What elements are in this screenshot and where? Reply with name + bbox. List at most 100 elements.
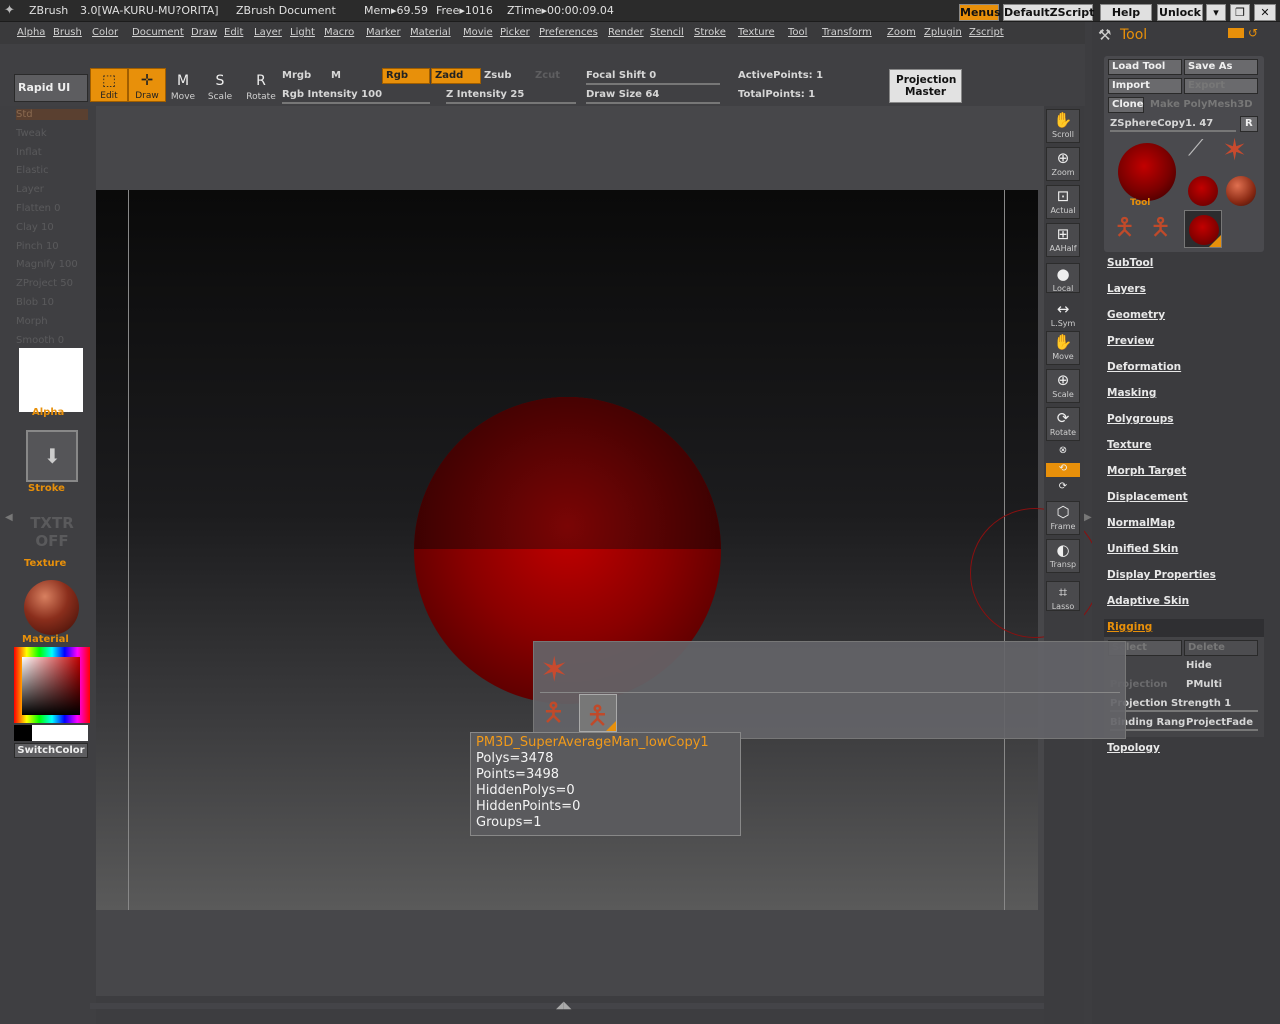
menu-layer[interactable]: Layer — [254, 27, 282, 38]
clone-button[interactable]: Clone — [1108, 97, 1144, 113]
adaptive-skin-section[interactable]: Adaptive Skin — [1107, 595, 1189, 607]
display-properties-section[interactable]: Display Properties — [1107, 569, 1216, 581]
focal-shift-slider[interactable]: Focal Shift 0 — [586, 70, 656, 81]
subtool-section[interactable]: SubTool — [1107, 257, 1153, 269]
brush-pinch[interactable]: Pinch 10 — [16, 241, 59, 252]
menu-edit[interactable]: Edit — [224, 27, 243, 38]
shelf-xyz-button[interactable]: ⊗ — [1046, 445, 1080, 459]
deformation-section[interactable]: Deformation — [1107, 361, 1181, 373]
menu-preferences[interactable]: Preferences — [539, 27, 598, 38]
rapid-ui-button[interactable]: Rapid UI — [14, 74, 88, 102]
brush-clay[interactable]: Clay 10 — [16, 222, 54, 233]
texture-label[interactable]: Texture — [24, 558, 66, 569]
brush-layer[interactable]: Layer — [16, 184, 44, 195]
shelf-axis-11-button[interactable]: ⟳ — [1046, 481, 1080, 495]
export-button[interactable]: Export — [1184, 78, 1258, 94]
rigging-pmulti-button[interactable]: PMulti — [1186, 679, 1222, 690]
shelf-local-button[interactable]: ● Local — [1046, 263, 1080, 293]
menu-document[interactable]: Document — [132, 27, 184, 38]
panel-reset-icon[interactable]: ↺ — [1248, 26, 1258, 40]
rotate-button[interactable]: R Rotate — [243, 70, 279, 104]
projection-master-button[interactable]: Projection Master — [889, 69, 962, 103]
draw-button[interactable]: ✛ Draw — [128, 68, 166, 102]
rigging-delete-button[interactable]: Delete — [1184, 640, 1258, 656]
alpha-thumbnail[interactable] — [19, 348, 83, 412]
move-button[interactable]: M Move — [168, 70, 198, 104]
brush-std[interactable]: Std — [16, 109, 88, 120]
close-icon[interactable]: ✕ — [1254, 4, 1276, 21]
menu-stroke[interactable]: Stroke — [694, 27, 726, 38]
menu-movie[interactable]: Movie — [463, 27, 493, 38]
defaultzscript-button[interactable]: DefaultZScript — [1003, 4, 1094, 21]
unified-skin-section[interactable]: Unified Skin — [1107, 543, 1178, 555]
shelf-scale-button[interactable]: ⊕ Scale — [1046, 369, 1080, 403]
menu-stencil[interactable]: Stencil — [650, 27, 684, 38]
brush-morph[interactable]: Morph — [16, 316, 48, 327]
import-button[interactable]: Import — [1108, 78, 1182, 94]
restore-icon[interactable]: ❐ — [1230, 4, 1250, 21]
shelf-scroll-button[interactable]: ✋ Scroll — [1046, 109, 1080, 143]
rgb-button[interactable]: Rgb — [382, 68, 430, 84]
tool-thumbnail-label[interactable]: Tool — [1130, 198, 1150, 208]
load-tool-button[interactable]: Load Tool — [1108, 59, 1182, 75]
mrgb-button[interactable]: Mrgb — [282, 70, 311, 81]
masking-section[interactable]: Masking — [1107, 387, 1156, 399]
make-polymesh-button[interactable]: Make PolyMesh3D — [1146, 97, 1258, 113]
menu-zplugin[interactable]: Zplugin — [924, 27, 962, 38]
menu-light[interactable]: Light — [290, 27, 315, 38]
geometry-section[interactable]: Geometry — [1107, 309, 1165, 321]
left-shelf-toggle-icon[interactable]: ◀ — [5, 512, 13, 523]
shelf-transp-button[interactable]: ◐ Transp — [1046, 539, 1080, 573]
right-shelf-toggle-icon[interactable]: ▶ — [1084, 512, 1092, 523]
alpha-label[interactable]: Alpha — [32, 407, 64, 418]
menu-picker[interactable]: Picker — [500, 27, 530, 38]
panel-menu-icon[interactable] — [1228, 28, 1244, 38]
shelf-move-button[interactable]: ✋ Move — [1046, 331, 1080, 365]
color-gradient-square[interactable] — [22, 657, 80, 715]
menu-macro[interactable]: Macro — [324, 27, 354, 38]
preview-section[interactable]: Preview — [1107, 335, 1154, 347]
brush-tweak[interactable]: Tweak — [16, 128, 47, 139]
superaverageman-copy-tool-icon[interactable]: 🯅 — [1150, 210, 1171, 251]
shelf-lsym-button[interactable]: ↔ L.Sym — [1046, 299, 1080, 328]
polygroups-section[interactable]: Polygroups — [1107, 413, 1174, 425]
popup-superaverageman-copy-icon[interactable]: 🯅 — [579, 694, 617, 732]
edit-button[interactable]: ⬚ Edit — [90, 68, 128, 102]
material-sphere[interactable] — [24, 580, 79, 635]
projectfade-slider[interactable]: ProjectFade — [1186, 717, 1253, 728]
scale-button[interactable]: S Scale — [205, 70, 235, 104]
current-tool-slider[interactable]: ZSphereCopy1. 47 — [1110, 118, 1213, 129]
save-as-button[interactable]: Save As — [1184, 59, 1258, 75]
menus-button[interactable]: Menus — [959, 4, 1001, 21]
help-button[interactable]: Help — [1100, 4, 1152, 21]
projection-strength-slider[interactable]: Projection Strength 1 — [1110, 698, 1231, 709]
star-tool-icon[interactable]: ✶ — [1222, 133, 1247, 168]
minimize-icon[interactable]: ▾ — [1206, 4, 1226, 21]
color-picker[interactable] — [14, 647, 90, 723]
simplebrush-icon[interactable]: ⟋ — [1188, 136, 1203, 161]
rgb-intensity-slider[interactable]: Rgb Intensity 100 — [282, 89, 382, 100]
tool-zsphere-thumbnail[interactable] — [1118, 143, 1176, 201]
stroke-label[interactable]: Stroke — [28, 483, 65, 494]
menu-color[interactable]: Color — [92, 27, 118, 38]
menu-transform[interactable]: Transform — [822, 27, 872, 38]
menu-tool[interactable]: Tool — [788, 27, 807, 38]
shelf-zoom-button[interactable]: ⊕ Zoom — [1046, 147, 1080, 181]
normalmap-section[interactable]: NormalMap — [1107, 517, 1175, 529]
menu-marker[interactable]: Marker — [366, 27, 401, 38]
shelf-actual-button[interactable]: ⊡ Actual — [1046, 185, 1080, 219]
m-button[interactable]: M — [331, 70, 341, 81]
menu-zscript[interactable]: Zscript — [969, 27, 1004, 38]
menu-draw[interactable]: Draw — [191, 27, 217, 38]
brush-elastic[interactable]: Elastic — [16, 165, 49, 176]
shelf-axis-10-button[interactable]: ⟲ — [1046, 463, 1080, 477]
brush-smooth[interactable]: Smooth 0 — [16, 335, 64, 346]
texture-section[interactable]: Texture — [1107, 439, 1151, 451]
switchcolor-button[interactable]: SwitchColor — [14, 743, 88, 758]
primary-color-swatch[interactable] — [32, 725, 88, 741]
zsphere-copy-tool-icon[interactable] — [1184, 210, 1222, 248]
shelf-lasso-button[interactable]: ⌗ Lasso — [1046, 581, 1080, 611]
unlock-button[interactable]: Unlock — [1157, 4, 1203, 21]
menu-texture[interactable]: Texture — [738, 27, 775, 38]
popup-star-tool-icon[interactable]: ✶ — [540, 650, 569, 690]
